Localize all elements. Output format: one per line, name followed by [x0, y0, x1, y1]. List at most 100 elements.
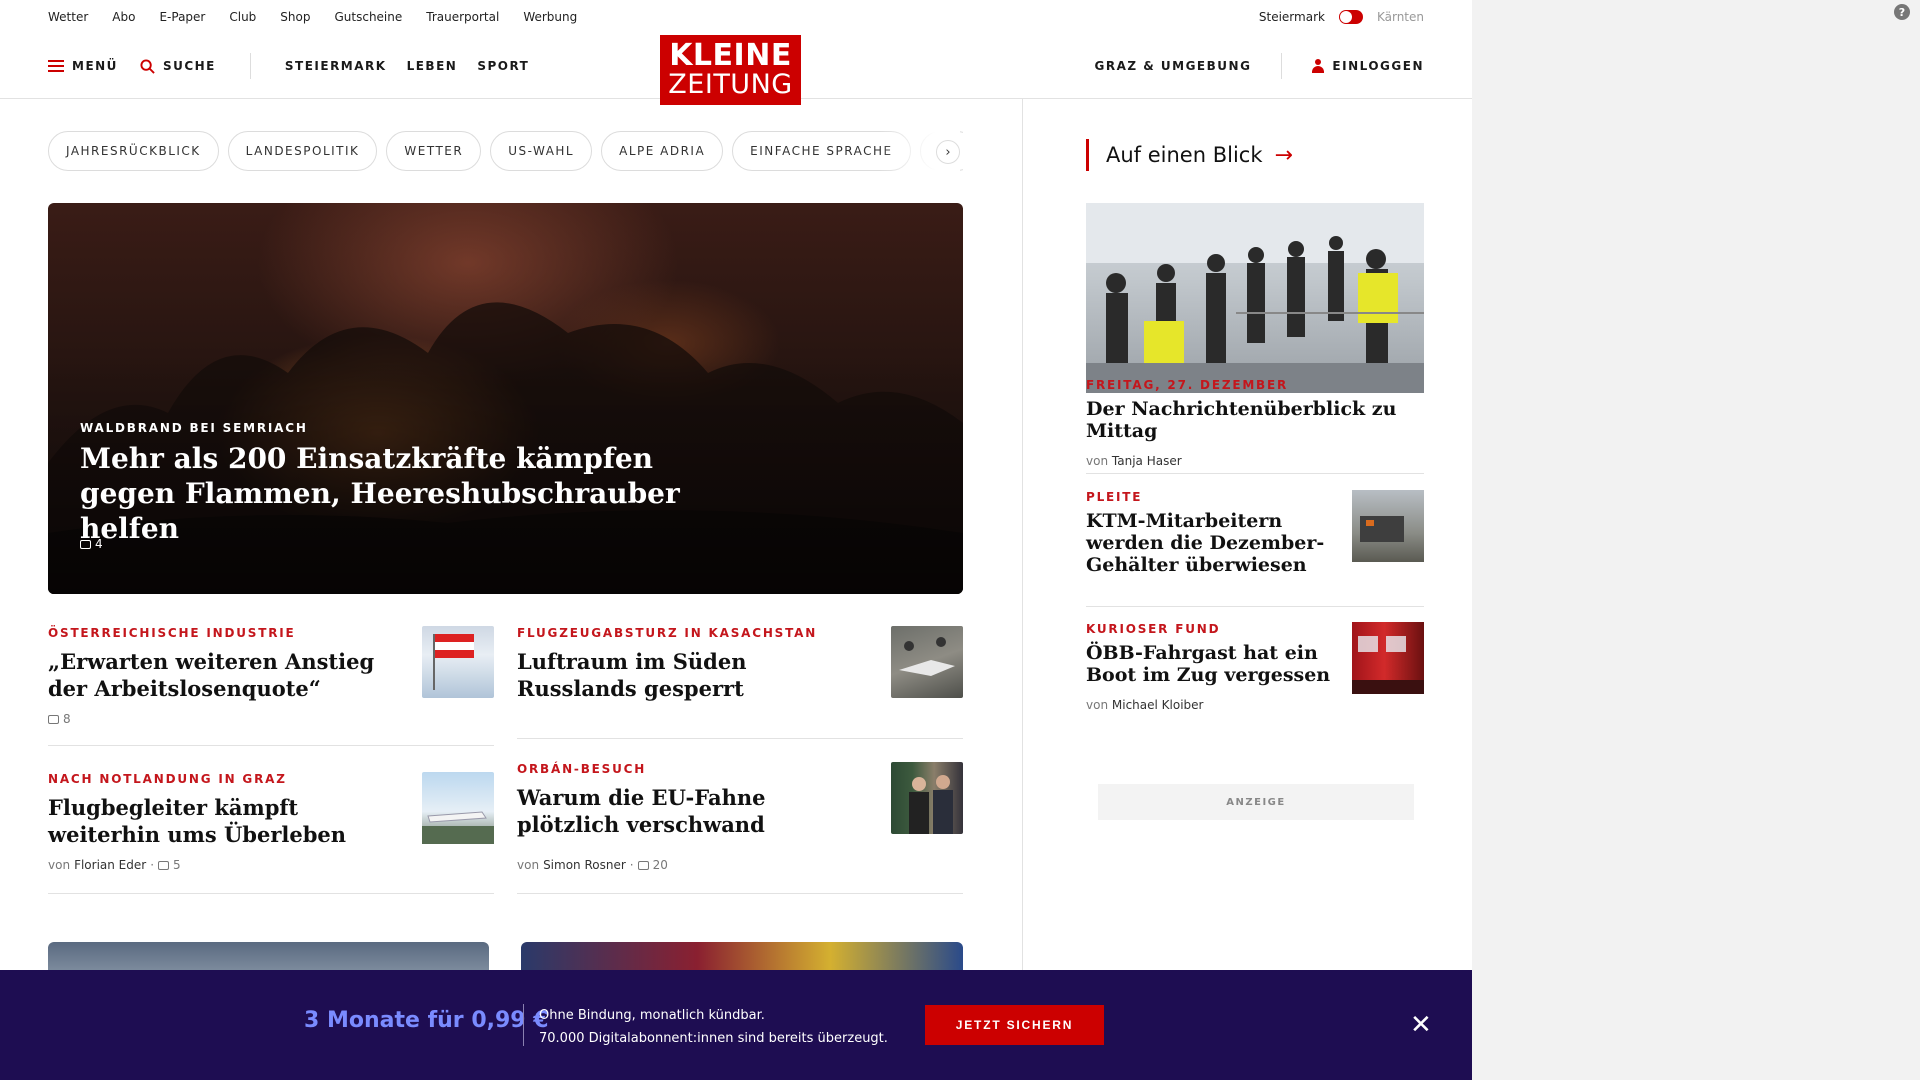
page: Wetter Abo E-Paper Club Shop Gutscheine …	[0, 0, 1472, 1080]
close-icon[interactable]: ✕	[1410, 1012, 1432, 1038]
sidebar-title: Auf einen Blick	[1106, 143, 1263, 167]
search-icon	[140, 58, 155, 74]
region-steiermark[interactable]: Steiermark	[1259, 10, 1325, 24]
sidebar-article-title[interactable]: KTM-Mitarbeitern werden die Dezember-Geh…	[1086, 510, 1336, 576]
logo-line-1: KLEINE	[669, 38, 792, 73]
sidebar-divider	[1086, 473, 1424, 474]
sidebar-meta: von Michael Kloiber	[1086, 698, 1424, 712]
article-by: von	[1086, 454, 1109, 468]
sidebar-thumbnail	[1352, 622, 1424, 694]
nav-graz-umgebung[interactable]: GRAZ & UMGEBUNG	[1095, 59, 1252, 73]
utility-link-gutscheine[interactable]: Gutscheine	[334, 10, 402, 24]
article-title[interactable]: Warum die EU-Fahne plötzlich verschwand	[517, 784, 847, 838]
article-meta: von Florian Eder · 5	[48, 858, 494, 872]
politicians-image	[909, 775, 953, 834]
sidebar-kicker: FREITAG, 27. DEZEMBER	[1086, 378, 1289, 392]
topic-pills: JAHRESRÜCKBLICK LANDESPOLITIK WETTER US-…	[48, 131, 963, 171]
nav-sport[interactable]: SPORT	[477, 59, 529, 73]
header-left: MENÜ SUCHE STEIERMARK LEBEN SPORT	[48, 34, 529, 98]
article-title[interactable]: „Erwarten weiteren Anstieg der Arbeitslo…	[48, 648, 378, 702]
hero-comment-count: 4	[95, 537, 103, 551]
topic-pill[interactable]: ALPE ADRIA	[601, 131, 724, 171]
article-comment-count[interactable]: 20	[653, 858, 668, 872]
train-image	[1352, 636, 1424, 694]
ad-label: ANZEIGE	[1098, 784, 1414, 820]
region-switch: Steiermark Kärnten	[1259, 10, 1424, 24]
article-comment-count[interactable]: 8	[63, 712, 71, 726]
article-meta: 8	[48, 712, 494, 726]
login-label: EINLOGGEN	[1332, 59, 1424, 73]
sidebar-article-title[interactable]: ÖBB-Fahrgast hat ein Boot im Zug vergess…	[1086, 642, 1336, 686]
hero-comments[interactable]: 4	[80, 537, 103, 551]
sidebar-author[interactable]: Tanja Haser	[1112, 454, 1182, 468]
main-header: MENÜ SUCHE STEIERMARK LEBEN SPORT KLEINE…	[0, 34, 1472, 105]
article-by: von	[517, 858, 540, 872]
nav-leben[interactable]: LEBEN	[407, 59, 458, 73]
sidebar-heading[interactable]: Auf einen Blick →	[1086, 139, 1293, 171]
article-card[interactable]: NACH NOTLANDUNG IN GRAZ Flugbegleiter kä…	[48, 772, 494, 882]
topic-pill[interactable]: WETTER	[386, 131, 482, 171]
menu-label: MENÜ	[72, 59, 118, 73]
hero-kicker: WALDBRAND BEI SEMRIACH	[80, 421, 308, 435]
article-author[interactable]: Simon Rosner	[543, 858, 626, 872]
sidebar-article[interactable]: FREITAG, 27. DEZEMBER Der Nachrichtenübe…	[1086, 378, 1424, 468]
comment-icon	[48, 714, 59, 724]
article-card[interactable]: FLUGZEUGABSTURZ IN KASACHSTAN Luftraum i…	[517, 626, 963, 736]
article-divider	[48, 893, 494, 894]
sidebar-meta: von Tanja Haser	[1086, 454, 1424, 468]
article-card[interactable]: ÖSTERREICHISCHE INDUSTRIE „Erwarten weit…	[48, 626, 494, 736]
article-thumbnail	[422, 772, 494, 844]
logo-line-2: ZEITUNG	[668, 69, 793, 100]
article-by: von	[48, 858, 71, 872]
utility-bar: Wetter Abo E-Paper Club Shop Gutscheine …	[48, 0, 1424, 34]
region-toggle[interactable]	[1338, 10, 1363, 24]
meta-dot: ·	[629, 858, 634, 872]
topic-pill[interactable]: LANDESPOLITIK	[227, 131, 378, 171]
article-author[interactable]: Florian Eder	[74, 858, 146, 872]
sidebar-article[interactable]: PLEITE KTM-Mitarbeitern werden die Dezem…	[1086, 490, 1424, 576]
site-logo[interactable]: KLEINE ZEITUNG	[660, 35, 801, 105]
chevron-right-icon[interactable]: ›	[936, 140, 960, 164]
topic-pill[interactable]: JAHRESRÜCKBLICK	[48, 131, 219, 171]
utility-link-shop[interactable]: Shop	[280, 10, 310, 24]
search-button[interactable]: SUCHE	[140, 58, 216, 74]
utility-link-club[interactable]: Club	[229, 10, 256, 24]
sidebar-article[interactable]: KURIOSER FUND ÖBB-Fahrgast hat ein Boot …	[1086, 622, 1424, 712]
arrow-right-icon: →	[1274, 142, 1293, 168]
menu-button[interactable]: MENÜ	[48, 59, 118, 73]
header-right: GRAZ & UMGEBUNG EINLOGGEN	[1095, 34, 1425, 98]
sidebar-article-title[interactable]: Der Nachrichtenüberblick zu Mittag	[1086, 398, 1424, 442]
promo-copy: Ohne Bindung, monatlich kündbar. 70.000 …	[539, 1004, 888, 1050]
region-kaernten[interactable]: Kärnten	[1377, 10, 1424, 24]
article-card[interactable]: ORBÁN-BESUCH Warum die EU-Fahne plötzlic…	[517, 762, 963, 882]
sidebar-author[interactable]: Michael Kloiber	[1112, 698, 1204, 712]
column-divider	[1022, 99, 1023, 1080]
austria-flag-image	[433, 634, 474, 690]
article-meta: von Simon Rosner · 20	[517, 858, 963, 872]
topic-pill[interactable]: US-WAHL	[490, 131, 593, 171]
login-button[interactable]: EINLOGGEN	[1312, 59, 1424, 73]
menu-icon	[48, 60, 64, 72]
article-divider	[517, 893, 963, 894]
help-icon[interactable]: ?	[1894, 4, 1910, 20]
subscription-banner: 3 Monate für 0,99 € Ohne Bindung, monatl…	[0, 970, 1472, 1080]
airport-queue-image	[1086, 203, 1424, 393]
nav-steiermark[interactable]: STEIERMARK	[285, 59, 387, 73]
utility-link-wetter[interactable]: Wetter	[48, 10, 88, 24]
article-thumbnail	[422, 626, 494, 698]
airplane-image	[422, 811, 494, 844]
sidebar-lead-image[interactable]	[1086, 203, 1424, 393]
article-title[interactable]: Luftraum im Süden Russlands gesperrt	[517, 648, 847, 702]
utility-link-abo[interactable]: Abo	[112, 10, 135, 24]
article-title[interactable]: Flugbegleiter kämpft weiterhin ums Überl…	[48, 794, 378, 848]
subscribe-button[interactable]: JETZT SICHERN	[925, 1005, 1104, 1045]
utility-link-werbung[interactable]: Werbung	[523, 10, 577, 24]
hero-article[interactable]: WALDBRAND BEI SEMRIACH Mehr als 200 Eins…	[48, 203, 963, 594]
hero-title[interactable]: Mehr als 200 Einsatzkräfte kämpfen gegen…	[80, 441, 720, 546]
article-comment-count[interactable]: 5	[173, 858, 181, 872]
plane-wreck-image	[899, 637, 955, 676]
utility-link-trauerportal[interactable]: Trauerportal	[426, 10, 499, 24]
utility-link-epaper[interactable]: E-Paper	[159, 10, 205, 24]
comment-icon	[80, 539, 91, 549]
article-divider	[48, 745, 494, 746]
